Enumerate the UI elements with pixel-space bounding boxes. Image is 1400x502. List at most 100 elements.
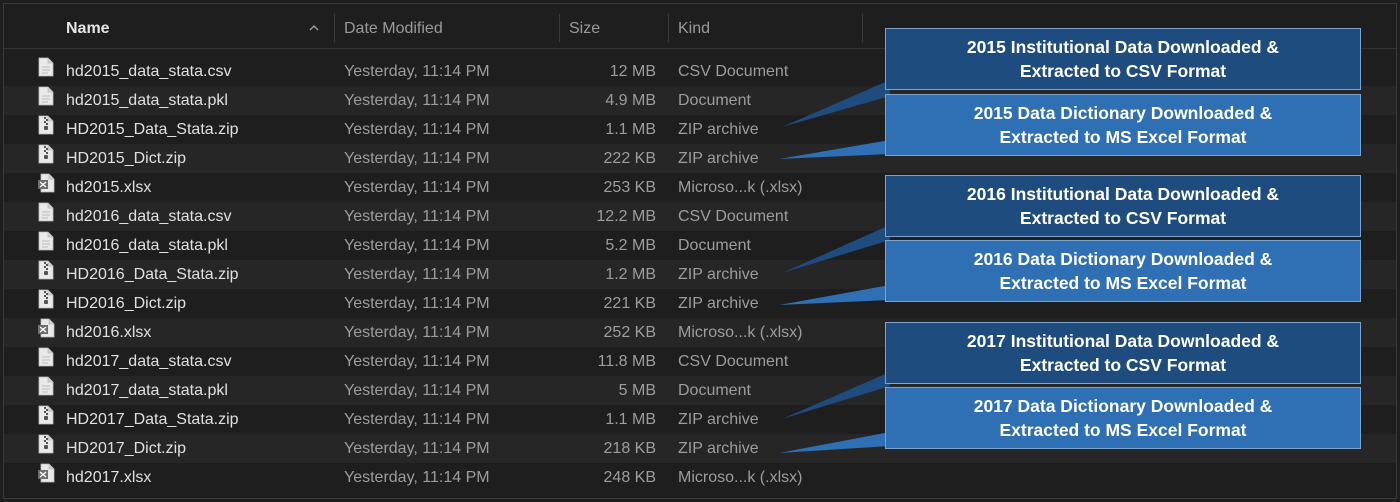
column-kind[interactable]: Kind: [678, 4, 710, 48]
callout-line: Extracted to MS Excel Format: [999, 420, 1247, 440]
callout-2017-institutional: 2017 Institutional Data Downloaded & Ext…: [885, 322, 1361, 384]
zip-icon: [37, 260, 55, 280]
zip-icon: [37, 289, 55, 309]
file-date: Yesterday, 11:14 PM: [344, 295, 490, 312]
file-name: hd2016_data_stata.pkl: [66, 237, 228, 254]
document-icon: [37, 86, 55, 106]
file-size: 218 KB: [603, 440, 656, 457]
file-date: Yesterday, 11:14 PM: [344, 440, 490, 457]
file-kind: CSV Document: [678, 63, 789, 80]
file-size: 5.2 MB: [605, 237, 656, 254]
file-kind: ZIP archive: [678, 411, 759, 428]
file-date: Yesterday, 11:14 PM: [344, 179, 490, 196]
file-kind: Document: [678, 237, 751, 254]
file-size: 11.8 MB: [597, 353, 656, 370]
file-date: Yesterday, 11:14 PM: [344, 63, 490, 80]
callout-line: Extracted to MS Excel Format: [999, 273, 1247, 293]
excel-icon: [37, 173, 55, 193]
file-kind: CSV Document: [678, 353, 789, 370]
zip-icon: [37, 434, 55, 454]
file-size: 12.2 MB: [596, 208, 656, 225]
file-name: HD2016_Data_Stata.zip: [66, 266, 239, 283]
document-icon: [37, 347, 55, 367]
file-date: Yesterday, 11:14 PM: [344, 353, 490, 370]
file-kind: ZIP archive: [678, 440, 759, 457]
file-size: 252 KB: [603, 324, 656, 341]
file-size: 248 KB: [603, 469, 656, 486]
file-kind: Microso...k (.xlsx): [678, 469, 803, 486]
file-kind: ZIP archive: [678, 266, 759, 283]
document-icon: [37, 57, 55, 77]
file-date: Yesterday, 11:14 PM: [344, 237, 490, 254]
file-date: Yesterday, 11:14 PM: [344, 411, 490, 428]
column-divider[interactable]: [668, 14, 669, 42]
column-name[interactable]: Name: [66, 4, 110, 48]
file-row[interactable]: hd2017.xlsx Yesterday, 11:14 PM 248 KB Micr…: [4, 463, 1396, 492]
file-date: Yesterday, 11:14 PM: [344, 266, 490, 283]
column-divider[interactable]: [862, 14, 863, 42]
file-date: Yesterday, 11:14 PM: [344, 121, 490, 138]
callout-2015-dictionary: 2015 Data Dictionary Downloaded & Extrac…: [885, 94, 1361, 156]
file-kind: Microso...k (.xlsx): [678, 324, 803, 341]
column-size[interactable]: Size: [569, 4, 600, 48]
callout-line: 2015 Institutional Data Downloaded &: [966, 37, 1280, 57]
file-kind: Document: [678, 92, 751, 109]
file-kind: ZIP archive: [678, 295, 759, 312]
file-kind: ZIP archive: [678, 150, 759, 167]
file-kind: Microso...k (.xlsx): [678, 179, 803, 196]
file-size: 1.1 MB: [605, 121, 656, 138]
document-icon: [37, 376, 55, 396]
column-divider[interactable]: [334, 14, 335, 42]
file-date: Yesterday, 11:14 PM: [344, 150, 490, 167]
callout-2016-dictionary: 2016 Data Dictionary Downloaded & Extrac…: [885, 240, 1361, 302]
callout-line: 2017 Institutional Data Downloaded &: [966, 331, 1280, 351]
file-size: 12 MB: [609, 63, 656, 80]
file-name: hd2017_data_stata.csv: [66, 353, 232, 370]
file-name: hd2017.xlsx: [66, 469, 152, 486]
file-name: HD2015_Dict.zip: [66, 150, 187, 167]
file-date: Yesterday, 11:14 PM: [344, 92, 490, 109]
column-divider[interactable]: [559, 14, 560, 42]
file-kind: ZIP archive: [678, 121, 759, 138]
chevron-up-icon[interactable]: [308, 22, 320, 34]
callout-line: Extracted to CSV Format: [1019, 208, 1227, 228]
file-date: Yesterday, 11:14 PM: [344, 469, 490, 486]
file-name: hd2015_data_stata.csv: [66, 63, 232, 80]
file-name: hd2015_data_stata.pkl: [66, 92, 228, 109]
file-kind: CSV Document: [678, 208, 789, 225]
file-size: 4.9 MB: [605, 92, 656, 109]
zip-icon: [37, 405, 55, 425]
callout-2015-institutional: 2015 Institutional Data Downloaded & Ext…: [885, 28, 1361, 90]
file-date: Yesterday, 11:14 PM: [344, 208, 490, 225]
document-icon: [37, 231, 55, 251]
file-name: HD2015_Data_Stata.zip: [66, 121, 239, 138]
file-name: hd2015.xlsx: [66, 179, 152, 196]
file-size: 222 KB: [603, 150, 656, 167]
zip-icon: [37, 144, 55, 164]
document-icon: [37, 202, 55, 222]
callout-line: 2016 Institutional Data Downloaded &: [966, 184, 1280, 204]
excel-icon: [37, 318, 55, 338]
file-name: hd2017_data_stata.pkl: [66, 382, 228, 399]
zip-icon: [37, 115, 55, 135]
column-date-modified[interactable]: Date Modified: [344, 4, 443, 48]
file-size: 221 KB: [603, 295, 656, 312]
callout-line: 2017 Data Dictionary Downloaded &: [973, 396, 1273, 416]
file-date: Yesterday, 11:14 PM: [344, 324, 490, 341]
callout-2017-dictionary: 2017 Data Dictionary Downloaded & Extrac…: [885, 387, 1361, 449]
file-name: hd2016.xlsx: [66, 324, 152, 341]
callout-line: Extracted to CSV Format: [1019, 61, 1227, 81]
callout-2016-institutional: 2016 Institutional Data Downloaded & Ext…: [885, 175, 1361, 237]
file-size: 1.1 MB: [605, 411, 656, 428]
file-name: HD2017_Data_Stata.zip: [66, 411, 239, 428]
excel-icon: [37, 463, 55, 483]
callout-line: Extracted to MS Excel Format: [999, 127, 1247, 147]
file-date: Yesterday, 11:14 PM: [344, 382, 490, 399]
callout-line: Extracted to CSV Format: [1019, 355, 1227, 375]
file-name: hd2016_data_stata.csv: [66, 208, 232, 225]
callout-line: 2015 Data Dictionary Downloaded &: [973, 103, 1273, 123]
file-kind: Document: [678, 382, 751, 399]
file-name: HD2017_Dict.zip: [66, 440, 187, 457]
callout-line: 2016 Data Dictionary Downloaded &: [973, 249, 1273, 269]
file-name: HD2016_Dict.zip: [66, 295, 187, 312]
